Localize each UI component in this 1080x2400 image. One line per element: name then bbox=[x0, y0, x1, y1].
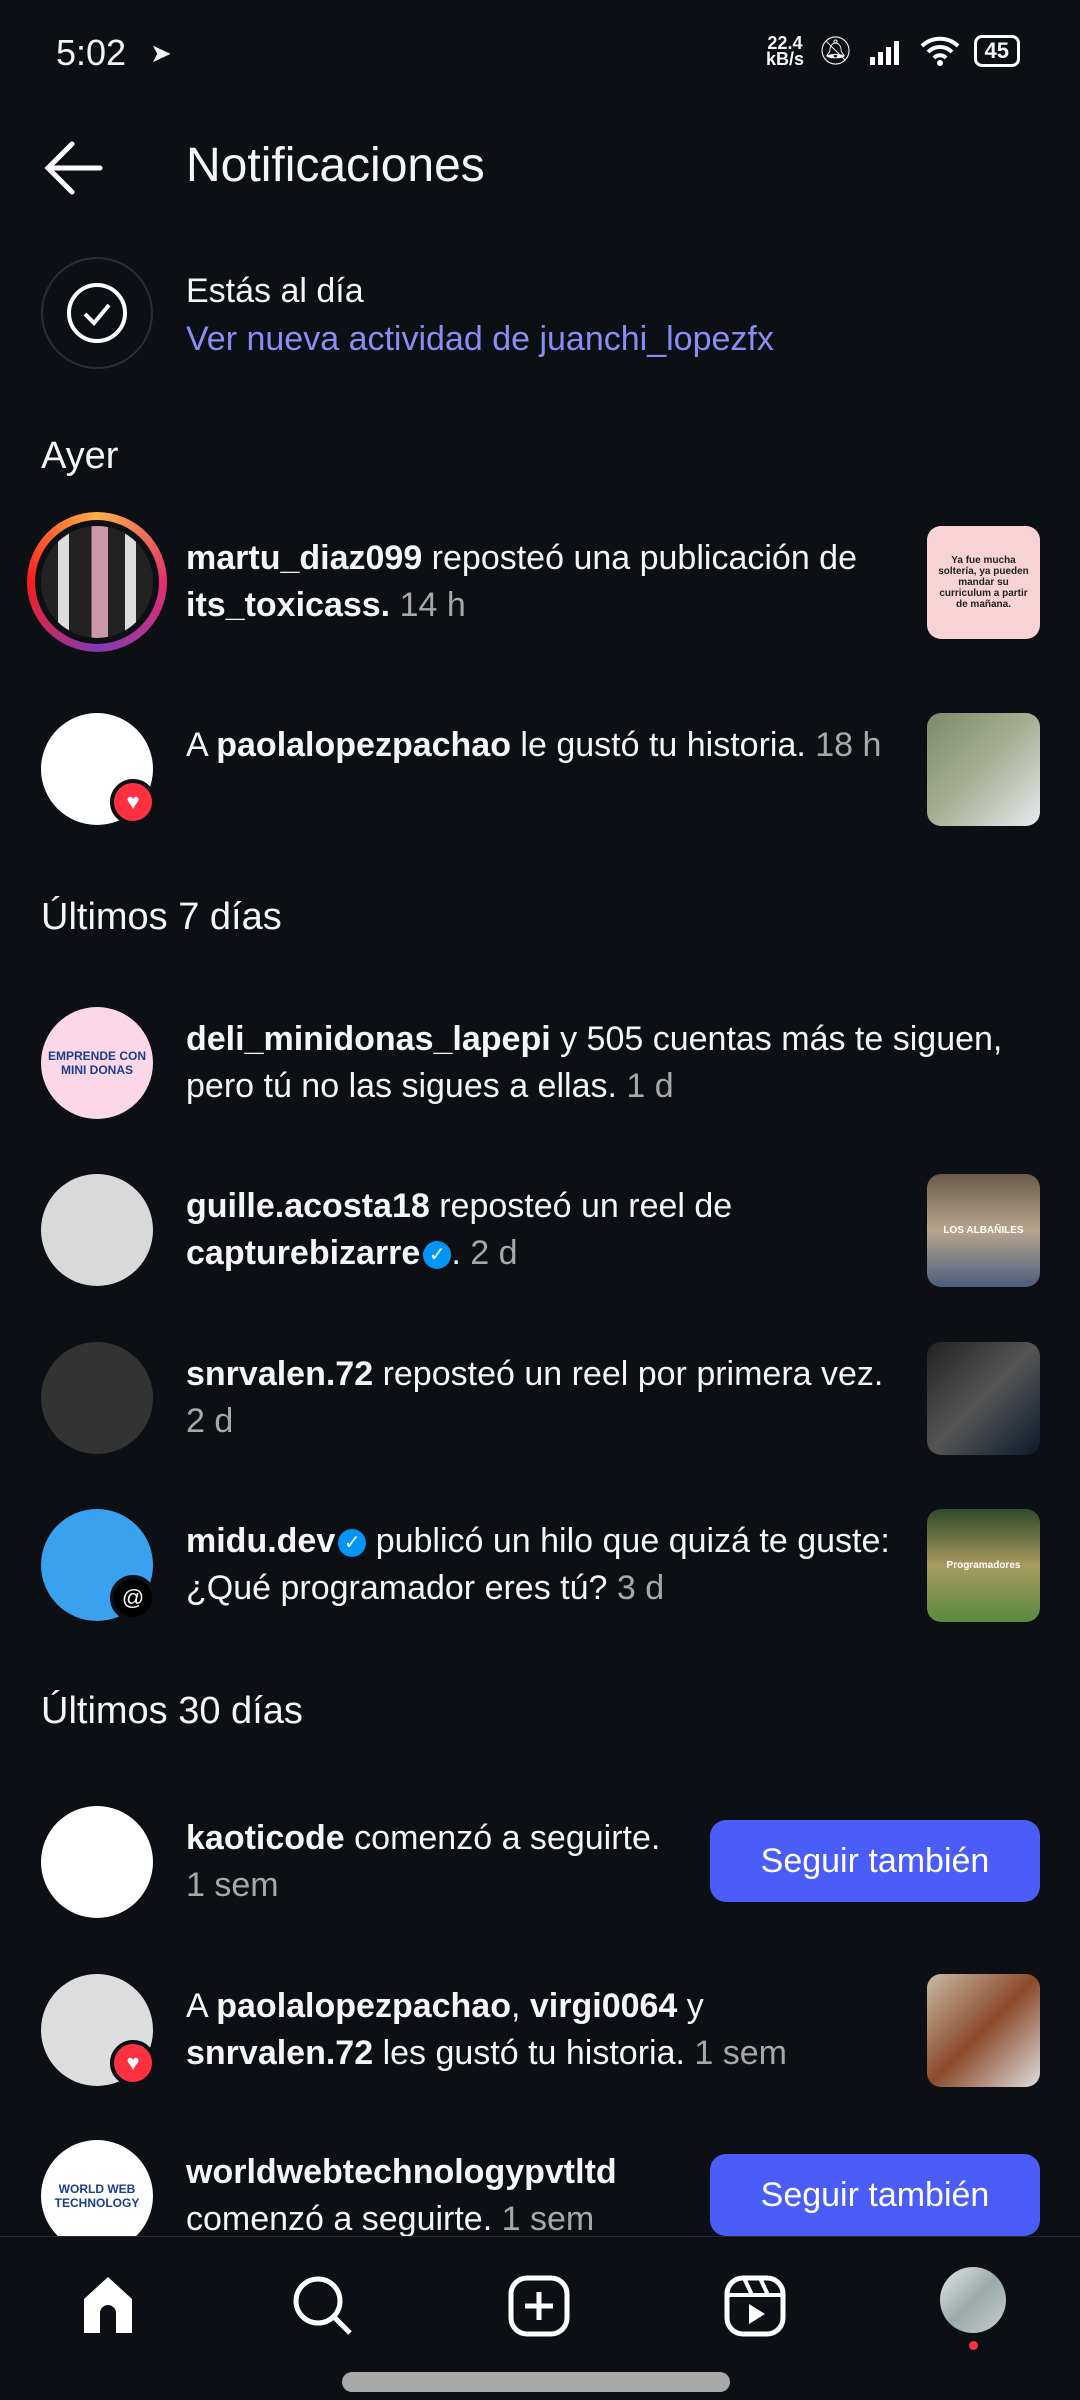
username[interactable]: kaoticode bbox=[186, 1819, 345, 1857]
avatar-logo-text: EMPRENDE CON MINI DONAS bbox=[47, 1049, 146, 1077]
home-icon[interactable] bbox=[78, 2275, 138, 2335]
timestamp: 2 d bbox=[186, 1402, 234, 1440]
notification-text: , bbox=[510, 1987, 530, 2025]
username[interactable]: martu_diaz099 bbox=[186, 539, 422, 577]
mute-icon: 🔕︎ bbox=[817, 35, 854, 66]
home-indicator[interactable] bbox=[342, 2372, 730, 2392]
username[interactable]: snrvalen.72 bbox=[186, 2034, 373, 2072]
follow-back-button[interactable]: Seguir también bbox=[710, 1820, 1040, 1902]
notification-text: snrvalen.72 reposteó un reel por primera… bbox=[186, 1351, 896, 1445]
username[interactable]: paolalopezpachao bbox=[216, 726, 511, 764]
timestamp: 1 sem bbox=[186, 1866, 279, 1904]
post-thumbnail[interactable] bbox=[927, 1974, 1040, 2087]
username[interactable]: capturebizarre bbox=[186, 1234, 420, 1272]
timestamp: 14 h bbox=[390, 586, 466, 624]
timestamp: 18 h bbox=[805, 726, 882, 764]
notification-text: reposteó un reel por primera vez. bbox=[373, 1355, 884, 1393]
notification-text: reposteó un reel de bbox=[429, 1187, 733, 1225]
notification-text: reposteó una publicación de bbox=[422, 539, 857, 577]
thumbnail-text: Ya fue mucha soltería, ya pueden mandar … bbox=[938, 555, 1029, 610]
reels-icon[interactable] bbox=[724, 2275, 786, 2337]
avatar[interactable] bbox=[41, 1806, 153, 1918]
signal-icon bbox=[869, 40, 899, 65]
username[interactable]: deli_minidonas_lapepi bbox=[186, 1020, 551, 1058]
notification-text: comenzó a seguirte. bbox=[344, 1819, 661, 1857]
notification-text: A bbox=[186, 1987, 217, 2025]
timestamp: 1 sem bbox=[492, 2200, 595, 2238]
timestamp: 1 sem bbox=[684, 2034, 787, 2072]
notification-text: A paolalopezpachao le gustó tu historia.… bbox=[186, 722, 896, 769]
post-thumbnail[interactable] bbox=[927, 713, 1040, 826]
section-last-7-days: Últimos 7 días bbox=[41, 896, 282, 938]
notification-text: midu.dev ✓ publicó un hilo que quizá te g… bbox=[186, 1518, 896, 1612]
notification-text: martu_diaz099 reposteó una publicación d… bbox=[186, 535, 896, 629]
section-yesterday: Ayer bbox=[41, 435, 119, 477]
net-unit: kB/s bbox=[765, 48, 804, 69]
notification-text: y bbox=[677, 1987, 704, 2025]
up-to-date-title: Estás al día bbox=[186, 272, 364, 310]
avatar[interactable] bbox=[41, 1342, 153, 1454]
post-thumbnail[interactable] bbox=[927, 1342, 1040, 1455]
username[interactable]: its_toxicass. bbox=[186, 586, 390, 624]
profile-notification-dot bbox=[969, 2341, 978, 2350]
post-thumbnail[interactable]: Programadores bbox=[927, 1509, 1040, 1622]
create-post-icon[interactable] bbox=[508, 2275, 570, 2337]
avatar-logo-text: WORLD WEB TECHNOLOGY bbox=[54, 2182, 140, 2210]
follow-back-button[interactable]: Seguir también bbox=[710, 2154, 1040, 2236]
username[interactable]: guille.acosta18 bbox=[186, 1187, 430, 1225]
page-title: Notificaciones bbox=[186, 139, 485, 192]
back-arrow-icon[interactable] bbox=[42, 140, 104, 196]
checkmark-circle-icon bbox=[67, 283, 127, 343]
avatar[interactable] bbox=[41, 526, 153, 638]
notification-text: le gustó tu historia. bbox=[510, 726, 806, 764]
timestamp: 3 d bbox=[607, 1569, 665, 1607]
battery-icon: 45 bbox=[973, 34, 1020, 67]
telegram-icon: ➤ bbox=[150, 38, 172, 68]
up-to-date-badge bbox=[41, 257, 153, 369]
thumbnail-text: LOS ALBAÑILES bbox=[943, 1225, 1024, 1236]
post-thumbnail[interactable]: LOS ALBAÑILES bbox=[927, 1174, 1040, 1287]
timestamp: 2 d bbox=[460, 1234, 518, 1272]
search-icon[interactable] bbox=[292, 2275, 354, 2337]
status-icons: 22.4 kB/s 🔕︎ 45 bbox=[765, 34, 1020, 69]
notification-text: kaoticode comenzó a seguirte. 1 sem bbox=[186, 1815, 686, 1909]
username[interactable]: midu.dev bbox=[186, 1522, 335, 1560]
wifi-icon bbox=[920, 36, 959, 66]
notification-text: les gustó tu historia. bbox=[373, 2034, 685, 2072]
avatar[interactable] bbox=[41, 1174, 153, 1286]
heart-icon: ♥ bbox=[110, 2040, 156, 2086]
new-activity-link[interactable]: Ver nueva actividad de juanchi_lopezfx bbox=[186, 320, 774, 359]
notification-text: . bbox=[451, 1234, 461, 1272]
username[interactable]: virgi0064 bbox=[530, 1987, 677, 2025]
username[interactable]: snrvalen.72 bbox=[186, 1355, 373, 1393]
notification-text: deli_minidonas_lapepi y 505 cuentas más … bbox=[186, 1016, 1036, 1110]
username[interactable]: paolalopezpachao bbox=[216, 1987, 511, 2025]
verified-badge-icon: ✓ bbox=[338, 1529, 367, 1558]
notification-text: worldwebtechnologypvtltd comenzó a segui… bbox=[186, 2149, 686, 2243]
notification-text: A paolalopezpachao, virgi0064 y snrvalen… bbox=[186, 1983, 896, 2077]
notification-text: A bbox=[186, 726, 217, 764]
notification-text: comenzó a seguirte. bbox=[186, 2200, 493, 2238]
heart-icon: ♥ bbox=[110, 779, 156, 825]
thumbnail-text: Programadores bbox=[946, 1560, 1021, 1571]
status-time: 5:02 bbox=[56, 32, 127, 73]
status-bar: 5:02 ➤ 22.4 kB/s 🔕︎ 45 bbox=[0, 28, 1080, 78]
verified-badge-icon: ✓ bbox=[423, 1241, 452, 1270]
section-last-30-days: Últimos 30 días bbox=[41, 1690, 303, 1732]
threads-icon: @ bbox=[110, 1575, 156, 1621]
avatar[interactable]: EMPRENDE CON MINI DONAS bbox=[41, 1007, 153, 1119]
profile-avatar[interactable] bbox=[940, 2267, 1006, 2333]
timestamp: 1 d bbox=[616, 1067, 674, 1105]
username[interactable]: worldwebtechnologypvtltd bbox=[186, 2153, 617, 2191]
post-thumbnail[interactable]: Ya fue mucha soltería, ya pueden mandar … bbox=[927, 526, 1040, 639]
notification-text: guille.acosta18 reposteó un reel de capt… bbox=[186, 1183, 896, 1277]
